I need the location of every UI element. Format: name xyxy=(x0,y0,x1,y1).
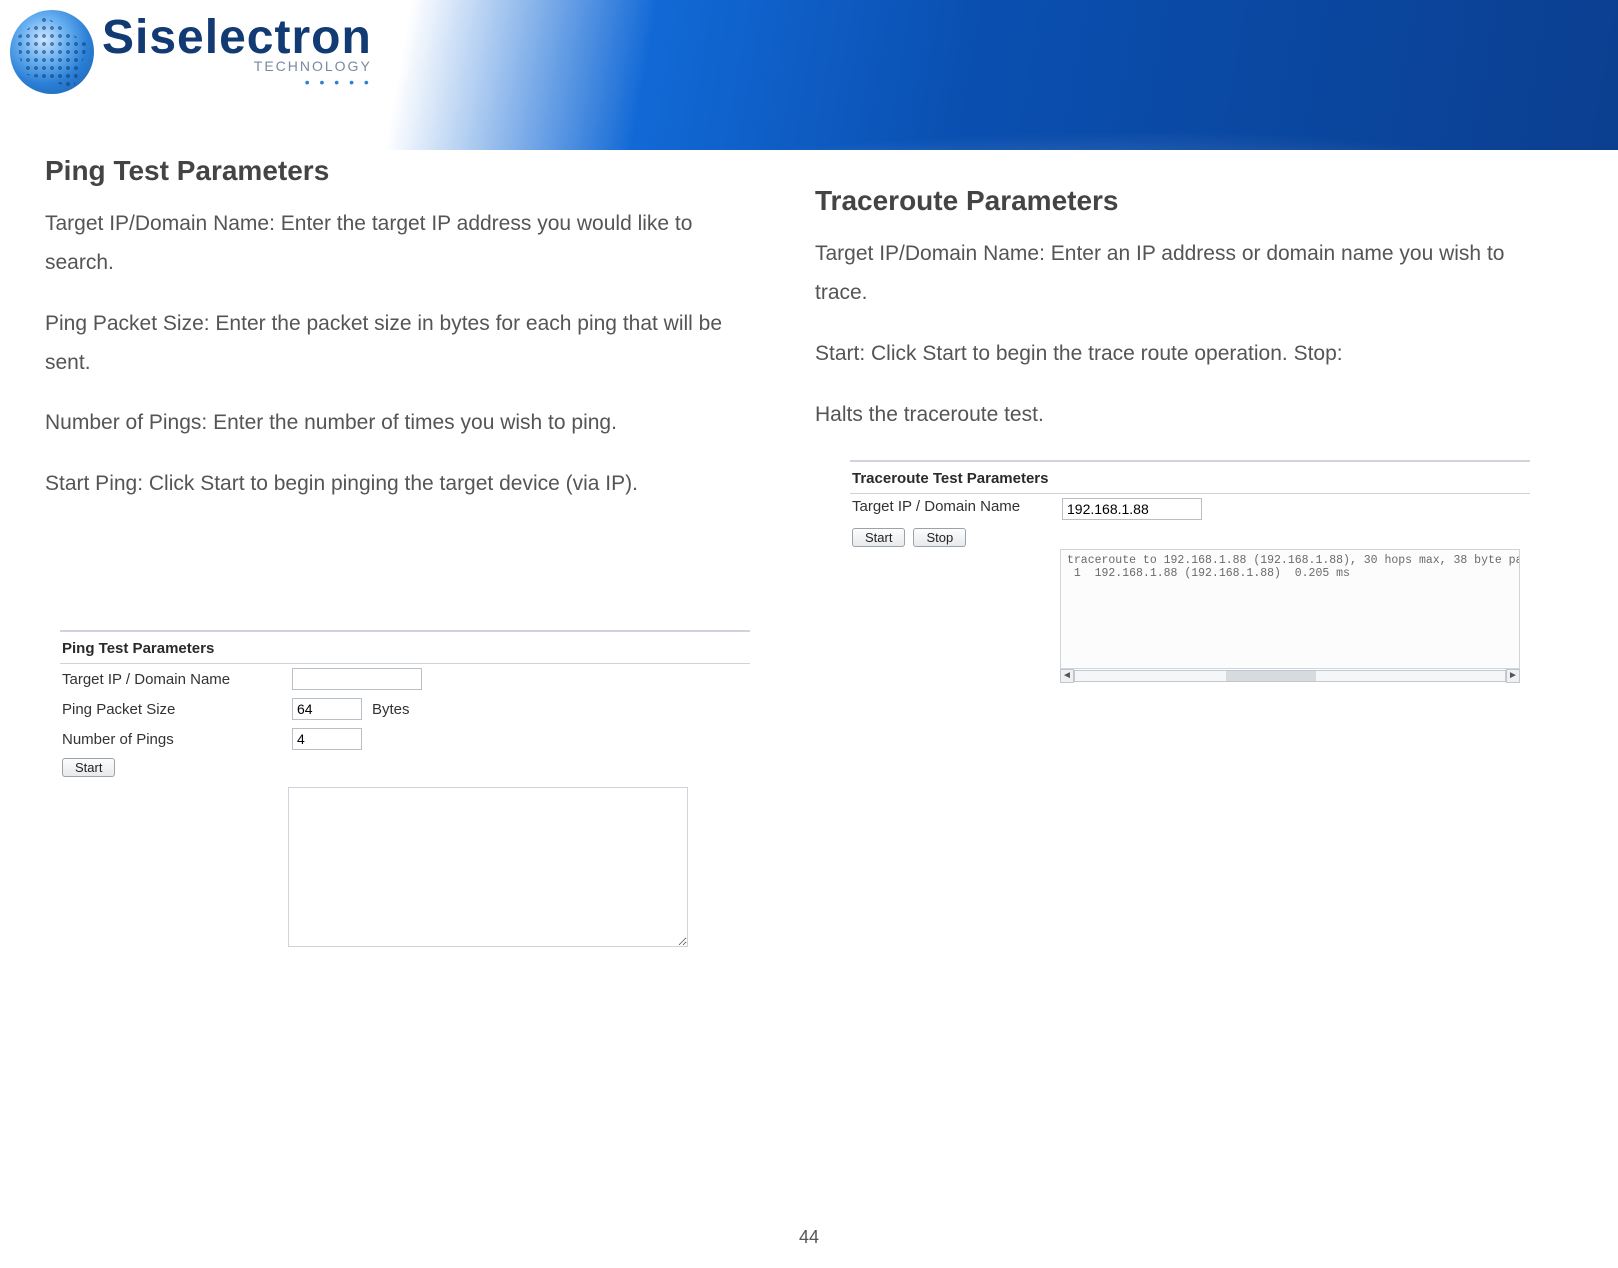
ping-form-title: Ping Test Parameters xyxy=(60,632,750,664)
trace-start-button[interactable]: Start xyxy=(852,528,905,547)
trace-para-start: Start: Click Start to begin the trace ro… xyxy=(815,335,1535,374)
brand-logo: Siselectron TECHNOLOGY • • • • • xyxy=(10,10,372,94)
page-number: 44 xyxy=(0,1227,1618,1248)
trace-para-stop: Halts the traceroute test. xyxy=(815,396,1535,435)
trace-row-buttons: Start Stop xyxy=(850,524,1530,551)
ping-para-size: Ping Packet Size: Enter the packet size … xyxy=(45,305,765,383)
ping-start-button[interactable]: Start xyxy=(62,758,115,777)
ping-form: Ping Test Parameters Target IP / Domain … xyxy=(60,630,750,947)
ping-count-input[interactable] xyxy=(292,728,362,750)
ping-size-label: Ping Packet Size xyxy=(62,701,282,718)
brand-dots: • • • • • xyxy=(102,74,372,90)
trace-para-target: Target IP/Domain Name: Enter an IP addre… xyxy=(815,235,1535,313)
ping-output xyxy=(288,787,688,947)
ping-para-start: Start Ping: Click Start to begin pinging… xyxy=(45,465,765,504)
trace-output-scrollbar[interactable]: ◄ ► xyxy=(1060,669,1520,683)
trace-row-target: Target IP / Domain Name xyxy=(850,494,1530,524)
header-banner: Siselectron TECHNOLOGY • • • • • xyxy=(0,0,1618,150)
ping-size-input[interactable] xyxy=(292,698,362,720)
ping-para-target: Target IP/Domain Name: Enter the target … xyxy=(45,205,765,283)
scroll-left-icon[interactable]: ◄ xyxy=(1060,669,1074,683)
scroll-right-icon[interactable]: ► xyxy=(1506,669,1520,683)
scroll-thumb[interactable] xyxy=(1226,671,1316,681)
ping-row-size: Ping Packet Size Bytes xyxy=(60,694,750,724)
brand-name: Siselectron xyxy=(102,14,372,62)
ping-size-unit: Bytes xyxy=(372,701,410,718)
ping-count-label: Number of Pings xyxy=(62,731,282,748)
ping-target-label: Target IP / Domain Name xyxy=(62,671,282,688)
trace-stop-button[interactable]: Stop xyxy=(913,528,966,547)
ping-para-count: Number of Pings: Enter the number of tim… xyxy=(45,404,765,443)
ping-row-target: Target IP / Domain Name xyxy=(60,664,750,694)
trace-output: traceroute to 192.168.1.88 (192.168.1.88… xyxy=(1060,549,1520,669)
ping-row-start: Start xyxy=(60,754,750,781)
ping-heading: Ping Test Parameters xyxy=(45,155,765,187)
trace-form-title: Traceroute Test Parameters xyxy=(850,462,1530,494)
ping-target-input[interactable] xyxy=(292,668,422,690)
globe-icon xyxy=(10,10,94,94)
trace-target-input[interactable] xyxy=(1062,498,1202,520)
scroll-track[interactable] xyxy=(1074,670,1506,682)
trace-heading: Traceroute Parameters xyxy=(815,185,1535,217)
trace-form: Traceroute Test Parameters Target IP / D… xyxy=(850,460,1530,683)
trace-target-label: Target IP / Domain Name xyxy=(852,498,1052,515)
ping-row-count: Number of Pings xyxy=(60,724,750,754)
